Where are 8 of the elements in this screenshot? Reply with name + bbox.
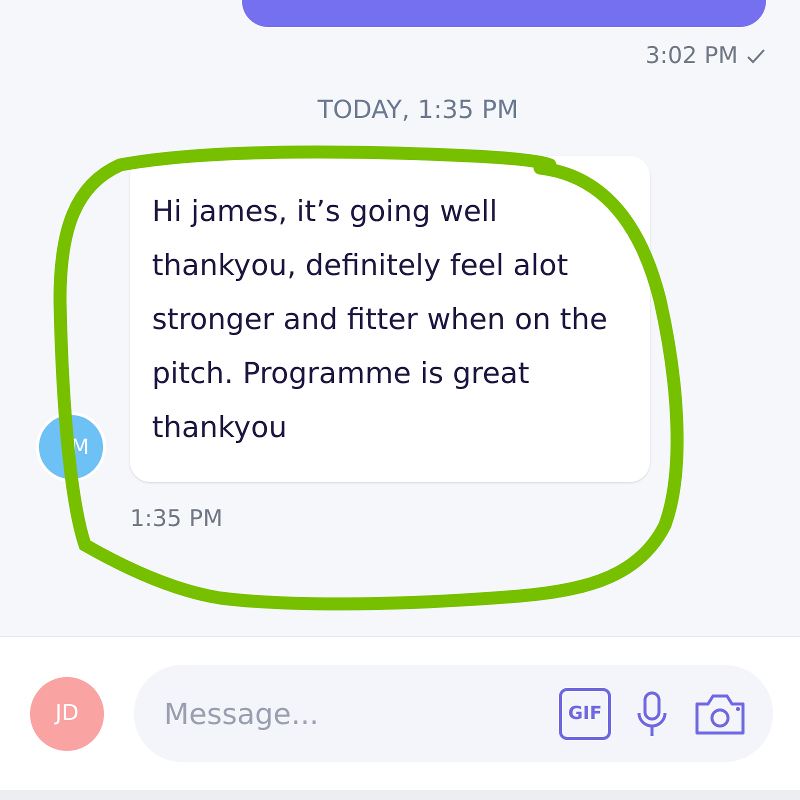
message-time: 1:35 PM [130,506,223,532]
microphone-icon[interactable] [637,690,667,736]
message-field[interactable]: Message... GIF [134,665,773,762]
date-divider: TODAY, 1:35 PM [318,95,518,124]
camera-icon[interactable] [693,692,747,736]
gif-button[interactable]: GIF [559,688,611,740]
message-time: 3:02 PM [645,43,738,69]
message-bubble: Hi james, it’s going well thankyou, definitely feel alot stronger and fitter when on the pitch. Programme is great thankyou [130,156,650,482]
